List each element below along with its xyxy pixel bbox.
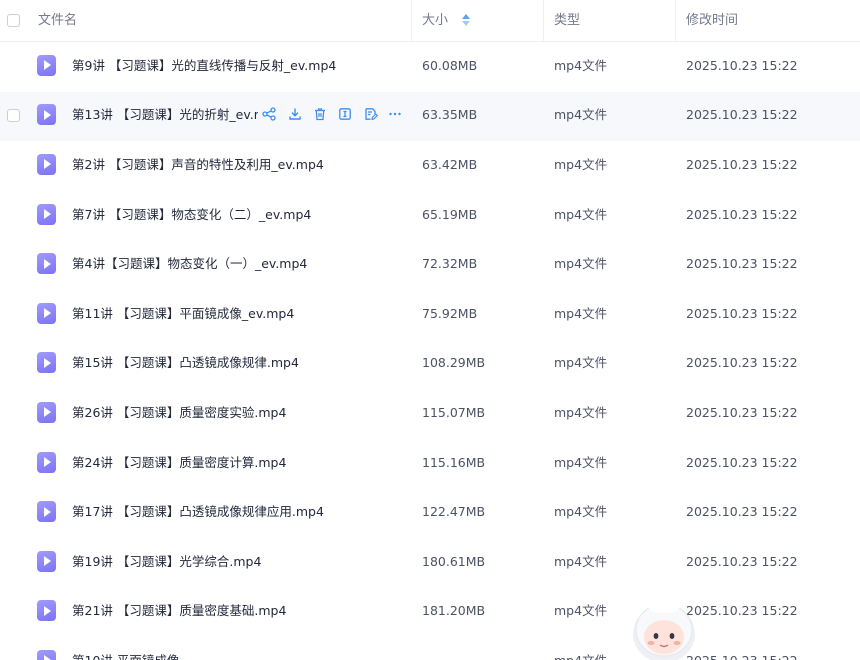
select-all-checkbox[interactable] xyxy=(7,14,20,27)
video-file-icon xyxy=(37,352,56,374)
file-type: mp4文件 xyxy=(554,504,608,520)
file-row[interactable]: 第17讲 【习题课】凸透镜成像规律应用.mp4 122.47MB mp4文件 2025… xyxy=(0,488,860,538)
file-size: 115.16MB xyxy=(422,454,486,470)
file-type: mp4文件 xyxy=(554,256,608,272)
file-modified-time: 2025.10.23 15:22 xyxy=(686,355,798,371)
file-list: 第9讲 【习题课】光的直线传播与反射_ev.mp4 60.08MB mp4文件 202… xyxy=(0,42,860,660)
file-name[interactable]: 第2讲 【习题课】声音的特性及利用_ev.mp4 xyxy=(72,156,324,174)
file-type: mp4文件 xyxy=(554,404,608,420)
row-checkbox[interactable] xyxy=(7,109,20,123)
file-modified-time: 2025.10.23 15:22 xyxy=(686,652,798,660)
file-modified-time: 2025.10.23 15:22 xyxy=(686,603,798,619)
file-modified-time: 2025.10.23 15:22 xyxy=(686,404,798,420)
file-row[interactable]: 第24讲 【习题课】质量密度计算.mp4 115.16MB mp4文件 2025.10… xyxy=(0,439,860,489)
file-row[interactable]: 第2讲 【习题课】声音的特性及利用_ev.mp4 63.42MB mp4文件 2025… xyxy=(0,141,860,191)
file-row[interactable]: 第26讲 【习题课】质量密度实验.mp4 115.07MB mp4文件 2025.10… xyxy=(0,389,860,439)
download-icon[interactable] xyxy=(288,107,302,123)
file-row[interactable]: 第10讲 平面镜成像 mp4文件 2025.10.23 15:22 xyxy=(0,637,860,660)
file-size: 115.07MB xyxy=(422,404,486,420)
video-file-icon xyxy=(37,501,56,523)
file-size: 65.19MB xyxy=(422,206,478,222)
column-divider xyxy=(543,0,544,42)
file-type: mp4文件 xyxy=(554,454,608,470)
file-name[interactable]: 第15讲 【习题课】凸透镜成像规律.mp4 xyxy=(72,354,299,372)
column-header-modified-time[interactable]: 修改时间 xyxy=(686,0,738,42)
file-size: 63.42MB xyxy=(422,156,478,172)
file-modified-time: 2025.10.23 15:22 xyxy=(686,553,798,569)
file-size: 181.20MB xyxy=(422,603,486,619)
file-modified-time: 2025.10.23 15:22 xyxy=(686,305,798,321)
video-file-icon xyxy=(37,302,56,324)
file-type: mp4文件 xyxy=(554,603,608,619)
file-type: mp4文件 xyxy=(554,156,608,172)
file-name[interactable]: 第21讲 【习题课】质量密度基础.mp4 xyxy=(72,602,286,620)
file-type: mp4文件 xyxy=(554,206,608,222)
file-name[interactable]: 第4讲【习题课】物态变化（一）_ev.mp4 xyxy=(72,255,307,273)
file-row[interactable]: 第7讲 【习题课】物态变化（二）_ev.mp4 65.19MB mp4文件 2025.… xyxy=(0,191,860,241)
more-icon[interactable] xyxy=(388,107,402,123)
column-header-name[interactable]: 文件名 xyxy=(38,0,77,42)
file-type: mp4文件 xyxy=(554,305,608,321)
video-file-icon xyxy=(37,253,56,275)
file-name[interactable]: 第7讲 【习题课】物态变化（二）_ev.mp4 xyxy=(72,206,311,224)
file-size: 180.61MB xyxy=(422,553,486,569)
file-row[interactable]: 第21讲 【习题课】质量密度基础.mp4 181.20MB mp4文件 2025.10… xyxy=(0,588,860,638)
file-row[interactable]: 第4讲【习题课】物态变化（一）_ev.mp4 72.32MB mp4文件 2025.1… xyxy=(0,240,860,290)
file-modified-time: 2025.10.23 15:22 xyxy=(686,256,798,272)
file-name[interactable]: 第24讲 【习题课】质量密度计算.mp4 xyxy=(72,454,286,472)
file-name[interactable]: 第19讲 【习题课】光学综合.mp4 xyxy=(72,553,261,571)
file-name[interactable]: 第10讲 平面镜成像 xyxy=(72,652,179,660)
file-size: 122.47MB xyxy=(422,504,486,520)
file-type: mp4文件 xyxy=(554,57,608,73)
video-file-icon xyxy=(37,451,56,473)
file-modified-time: 2025.10.23 15:22 xyxy=(686,156,798,172)
file-type: mp4文件 xyxy=(554,553,608,569)
file-table-header: 文件名 大小 类型 修改时间 xyxy=(0,0,860,42)
file-modified-time: 2025.10.23 15:22 xyxy=(686,504,798,520)
video-file-icon xyxy=(37,54,56,76)
file-type: mp4文件 xyxy=(554,355,608,371)
file-size: 72.32MB xyxy=(422,256,478,272)
file-name[interactable]: 第11讲 【习题课】平面镜成像_ev.mp4 xyxy=(72,305,294,323)
file-row[interactable]: 第13讲 【习题课】光的折射_ev.mp4 63.35MB mp4文件 2025.10… xyxy=(0,91,860,142)
file-row[interactable]: 第9讲 【习题课】光的直线传播与反射_ev.mp4 60.08MB mp4文件 202… xyxy=(0,42,860,92)
delete-icon[interactable] xyxy=(313,107,327,123)
file-row[interactable]: 第11讲 【习题课】平面镜成像_ev.mp4 75.92MB mp4文件 2025.1… xyxy=(0,290,860,340)
video-file-icon xyxy=(37,153,56,175)
share-icon[interactable] xyxy=(262,107,276,123)
file-name[interactable]: 第13讲 【习题课】光的折射_ev.mp4 xyxy=(72,106,258,124)
video-file-icon xyxy=(37,649,56,660)
file-modified-time: 2025.10.23 15:22 xyxy=(686,206,798,222)
video-file-icon xyxy=(37,550,56,572)
video-file-icon xyxy=(37,401,56,423)
video-file-icon xyxy=(37,104,56,126)
column-header-type[interactable]: 类型 xyxy=(554,0,580,42)
file-size: 63.35MB xyxy=(422,107,478,123)
column-header-size-label: 大小 xyxy=(422,13,449,28)
file-row[interactable]: 第19讲 【习题课】光学综合.mp4 180.61MB mp4文件 2025.10.2… xyxy=(0,538,860,588)
file-name[interactable]: 第26讲 【习题课】质量密度实验.mp4 xyxy=(72,404,286,422)
file-name[interactable]: 第17讲 【习题课】凸透镜成像规律应用.mp4 xyxy=(72,503,324,521)
file-name[interactable]: 第9讲 【习题课】光的直线传播与反射_ev.mp4 xyxy=(72,57,336,75)
column-header-size[interactable]: 大小 xyxy=(422,0,471,42)
column-divider xyxy=(675,0,676,42)
file-size: 75.92MB xyxy=(422,305,478,321)
file-type: mp4文件 xyxy=(554,107,608,123)
file-size: 60.08MB xyxy=(422,57,478,73)
file-modified-time: 2025.10.23 15:22 xyxy=(686,454,798,470)
column-divider xyxy=(411,0,412,42)
video-file-icon xyxy=(37,600,56,622)
file-modified-time: 2025.10.23 15:22 xyxy=(686,57,798,73)
file-row[interactable]: 第15讲 【习题课】凸透镜成像规律.mp4 108.29MB mp4文件 2025.1… xyxy=(0,340,860,390)
edit-icon[interactable] xyxy=(364,107,378,123)
file-size: 108.29MB xyxy=(422,355,486,371)
file-type: mp4文件 xyxy=(554,652,607,660)
assistant-mascot-icon[interactable] xyxy=(630,594,698,660)
video-file-icon xyxy=(37,203,56,225)
file-modified-time: 2025.10.23 15:22 xyxy=(686,107,798,123)
rename-icon[interactable] xyxy=(338,107,352,123)
sort-ascending-icon[interactable] xyxy=(462,13,471,26)
